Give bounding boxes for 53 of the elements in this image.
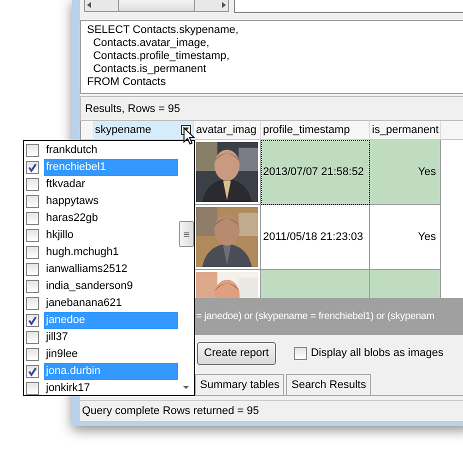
- checkbox[interactable]: [26, 229, 39, 242]
- checkbox-label[interactable]: Display all blobs as images: [310, 347, 444, 360]
- sql-line: FROM Contacts: [87, 76, 167, 89]
- checkbox[interactable]: [294, 346, 307, 360]
- checkbox[interactable]: [26, 144, 39, 157]
- status-bar: Query complete Rows returned = 95: [80, 400, 463, 421]
- checkbox[interactable]: [26, 348, 39, 361]
- sql-line: Contacts.is_permanent: [92, 62, 208, 76]
- list-item[interactable]: hkjillo: [44, 227, 178, 244]
- list-item[interactable]: happytaws: [44, 193, 178, 210]
- column-header[interactable]: skypename: [93, 120, 194, 139]
- sql-line: SELECT Contacts.skypename,: [87, 24, 240, 37]
- checkbox[interactable]: [26, 314, 39, 327]
- list-item[interactable]: jonkirk17: [44, 380, 178, 397]
- table-cell: Yes: [370, 140, 441, 205]
- checkbox[interactable]: [26, 212, 39, 225]
- tab[interactable]: Search Results: [286, 374, 372, 396]
- checkbox[interactable]: [26, 297, 39, 310]
- column-header[interactable]: is_permanent: [370, 120, 441, 139]
- scroll-thumb[interactable]: [179, 221, 194, 247]
- list-item[interactable]: jill37: [44, 329, 178, 346]
- tab[interactable]: Summary tables: [195, 374, 284, 396]
- list-item[interactable]: haras22gb: [44, 210, 178, 227]
- sql-line: Contacts.profile_timestamp,: [92, 50, 230, 63]
- list-item[interactable]: janebanana621: [44, 295, 178, 312]
- table-cell: 2013/07/07 21:58:52: [261, 140, 370, 205]
- right-arrow-icon[interactable]: [220, 1, 228, 9]
- checkbox[interactable]: [26, 263, 39, 276]
- filter-expression: = janedoe) or (skypename = frenchiebel1) or (skypenam: [196, 310, 434, 322]
- list-item[interactable]: ftkvadar: [44, 176, 178, 193]
- checkbox[interactable]: [26, 382, 39, 395]
- checkbox[interactable]: [26, 161, 39, 174]
- text-field[interactable]: [234, 0, 463, 13]
- scroll-thumb[interactable]: [118, 0, 195, 12]
- list-item[interactable]: hugh.mchugh1: [44, 244, 178, 261]
- checkbox[interactable]: [26, 195, 39, 208]
- column-header[interactable]: profile_timestamp: [261, 120, 370, 139]
- checkbox[interactable]: [26, 280, 39, 293]
- checkbox[interactable]: [26, 178, 39, 191]
- list-item[interactable]: ianwalliams2512: [44, 261, 178, 278]
- create-report-button[interactable]: Create report: [197, 342, 276, 365]
- sql-editor[interactable]: SELECT Contacts.skypename, Contacts.avatar_image, Contacts.profile_timestamp, Contacts.is_permanent FROM Contacts: [80, 20, 463, 94]
- list-item[interactable]: frankdutch: [44, 142, 178, 159]
- checkbox[interactable]: [26, 365, 39, 378]
- list-item[interactable]: india_sanderson9: [44, 278, 178, 295]
- checkbox[interactable]: [26, 246, 39, 259]
- checkbox[interactable]: [26, 331, 39, 344]
- left-arrow-icon[interactable]: [85, 1, 93, 9]
- scrollbar[interactable]: [84, 0, 229, 12]
- results-caption: Results, Rows = 95: [80, 96, 463, 121]
- down-arrow-icon[interactable]: [182, 383, 190, 391]
- sql-line: Contacts.avatar_image,: [92, 36, 210, 50]
- list-item[interactable]: jin9lee: [44, 346, 178, 363]
